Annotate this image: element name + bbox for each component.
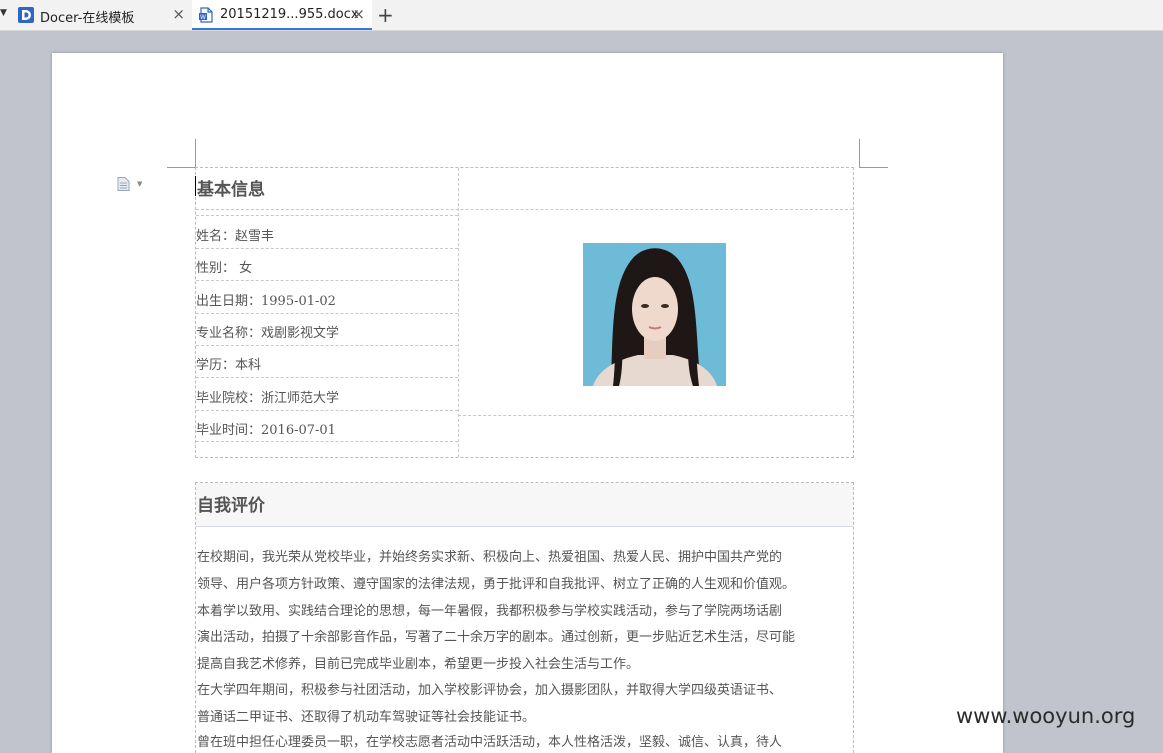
- paragraph-menu-icon[interactable]: [117, 177, 130, 191]
- name-field: 姓名：赵雪丰: [196, 229, 275, 244]
- evaluation-line: 在校期间，我光荣从党校毕业，并始终务实求新、积极向上、热爱祖国、热爱人民、拥护中…: [197, 550, 783, 565]
- education-field: 学历：本科: [196, 358, 262, 373]
- evaluation-line: 提高自我艺术修养，目前已完成毕业剧本，希望更一步投入社会生活与工作。: [197, 657, 640, 672]
- svg-text:W: W: [200, 14, 206, 21]
- evaluation-line: 演出活动，拍摄了十余部影音作品，写著了二十余万字的剧本。通过创新，更一步贴近艺术…: [197, 630, 796, 645]
- word-doc-icon: W: [199, 7, 213, 23]
- graduation-date-field: 毕业时间：2016-07-01: [196, 423, 336, 438]
- basic-info-table: [195, 167, 854, 458]
- major-field: 专业名称：戏剧影视文学: [196, 326, 340, 341]
- tab-list-arrow-icon[interactable]: ▼: [0, 8, 7, 18]
- self-evaluation-heading: 自我评价: [197, 496, 265, 516]
- profile-photo: [583, 243, 726, 386]
- paragraph-menu-arrow-icon[interactable]: ▼: [137, 180, 142, 188]
- page-margin-mark: [167, 139, 196, 168]
- evaluation-line: 领导、用户各项方针政策、遵守国家的法律法规，勇于批评和自我批评、树立了正确的人生…: [197, 577, 796, 592]
- evaluation-line: 普通话二甲证书、还取得了机动车驾驶证等社会技能证书。: [197, 710, 536, 725]
- tab-docer[interactable]: Docer-在线模板 ×: [12, 0, 192, 30]
- evaluation-line: 曾在班中担任心理委员一职，在学校志愿者活动中活跃活动，本人性格活泼，坚毅、诚信、…: [197, 735, 783, 750]
- evaluation-line: 在大学四年期间，积极参与社团活动，加入学校影评协会，加入摄影团队，并取得大学四级…: [197, 683, 783, 698]
- tab-document[interactable]: W 20151219...955.docx ×: [192, 0, 372, 30]
- school-field: 毕业院校：浙江师范大学: [196, 391, 340, 406]
- basic-info-heading: 基本信息: [197, 180, 265, 200]
- tab-label: Docer-在线模板: [40, 11, 135, 26]
- text-cursor: [195, 176, 196, 196]
- gender-field: 性别： 女: [196, 261, 253, 276]
- page-margin-mark: [859, 139, 888, 168]
- tab-label: 20151219...955.docx: [220, 7, 359, 22]
- docer-logo-icon: [18, 7, 34, 23]
- watermark: www.wooyun.org: [956, 704, 1136, 728]
- birth-date-field: 出生日期：1995-01-02: [196, 294, 336, 309]
- close-tab-icon[interactable]: ×: [172, 5, 185, 23]
- evaluation-line: 本着学以致用、实践结合理论的思想，每一年暑假，我都积极参与学校实践活动，参与了学…: [197, 604, 783, 619]
- tab-bar: ▼ Docer-在线模板 × W 20151219...955.docx × +: [0, 0, 1163, 31]
- new-tab-icon[interactable]: +: [377, 3, 394, 27]
- close-tab-icon[interactable]: ×: [352, 5, 365, 23]
